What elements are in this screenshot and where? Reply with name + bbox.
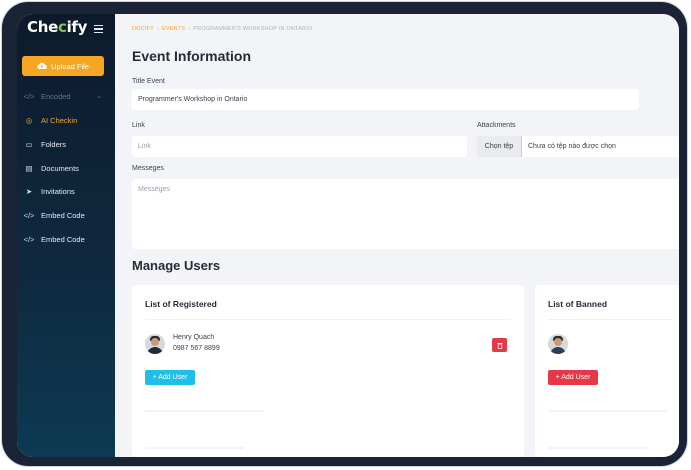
sidebar-item-label: Encoded <box>41 91 71 101</box>
messages-label: Messeges <box>132 165 164 172</box>
sidebar-item-ai-checkin[interactable]: ◎ AI Checkin <box>22 113 108 127</box>
sidebar-item-label: Embed Code <box>41 234 85 244</box>
user-phone: 0987 567 8899 <box>173 345 220 352</box>
file-status-text: Chưa có tệp nào được chọn <box>528 143 616 150</box>
avatar <box>548 334 568 354</box>
breadcrumb-events[interactable]: EVENTS <box>162 26 185 32</box>
card-divider <box>145 319 511 320</box>
code-icon: </> <box>23 234 35 244</box>
app-logo[interactable]: Checify <box>27 18 87 36</box>
manage-users-title: Manage Users <box>132 258 221 273</box>
sidebar-item-label: AI Checkin <box>41 115 78 125</box>
upload-file-button[interactable]: Upload File <box>22 56 104 76</box>
code-icon: </> <box>23 91 35 101</box>
skeleton-line <box>145 447 245 449</box>
main-content: DOCIFY › EVENTS › PROGRAMMER'S WORKSHOP IN O… <box>115 14 679 457</box>
attachments-label: Attackments <box>477 122 516 129</box>
logo-text-prefix: Che <box>27 18 58 36</box>
trash-icon <box>497 342 502 349</box>
send-icon: ➤ <box>25 186 33 196</box>
add-banned-user-button[interactable]: + Add User <box>548 370 598 385</box>
attachments-file-input[interactable]: Chọn tệp Chưa có tệp nào được chọn <box>477 136 679 157</box>
device-frame: Checify Upload File </> Encoded ⌄ ◎ AI C… <box>2 2 687 466</box>
choose-file-button[interactable]: Chọn tệp <box>477 136 522 157</box>
registered-card-title: List of Registered <box>145 299 217 309</box>
logo-text-check: c <box>57 18 67 36</box>
cloud-upload-icon <box>37 62 47 70</box>
skeleton-line <box>548 447 648 449</box>
link-label: Link <box>132 122 145 129</box>
registered-users-card: List of Registered Henry Quach 0987 567 … <box>132 285 524 457</box>
sidebar: Checify Upload File </> Encoded ⌄ ◎ AI C… <box>17 14 115 457</box>
sidebar-item-encoded[interactable]: </> Encoded ⌄ <box>22 89 108 103</box>
user-name: Henry Quach <box>173 334 215 341</box>
avatar <box>145 334 165 354</box>
code-icon: </> <box>23 210 35 220</box>
card-divider <box>548 319 672 320</box>
breadcrumb: DOCIFY › EVENTS › PROGRAMMER'S WORKSHOP IN O… <box>132 26 313 32</box>
sidebar-item-label: Embed Code <box>41 210 85 220</box>
chevron-down-icon: ⌄ <box>96 93 102 100</box>
delete-user-button[interactable] <box>492 338 507 352</box>
app-screen: Checify Upload File </> Encoded ⌄ ◎ AI C… <box>17 14 679 457</box>
title-event-input[interactable]: Programmer's Workshop in Ontario <box>132 89 639 110</box>
banned-users-card: List of Banned + Add User <box>535 285 679 457</box>
sidebar-item-folders[interactable]: ▭ Folders <box>22 137 108 151</box>
camera-icon: ◎ <box>25 115 33 125</box>
page-title: Event Information <box>132 48 252 64</box>
sidebar-item-label: Documents <box>41 163 79 173</box>
sidebar-item-label: Folders <box>41 139 67 149</box>
folder-icon: ▭ <box>25 139 33 149</box>
sidebar-item-embed-code-2[interactable]: </> Embed Code <box>22 232 108 246</box>
logo-text-suffix: ify <box>66 18 88 36</box>
upload-file-label: Upload File <box>51 61 89 71</box>
sidebar-item-label: Invitations <box>41 186 75 196</box>
skeleton-line <box>145 410 265 412</box>
document-icon: ▤ <box>25 163 33 173</box>
sidebar-item-documents[interactable]: ▤ Documents <box>22 161 108 175</box>
breadcrumb-docify[interactable]: DOCIFY <box>132 26 154 32</box>
add-registered-user-button[interactable]: + Add User <box>145 370 195 385</box>
skeleton-line <box>548 410 668 412</box>
sidebar-item-embed-code[interactable]: </> Embed Code <box>22 208 108 222</box>
title-event-label: Title Event <box>132 78 165 85</box>
breadcrumb-current: PROGRAMMER'S WORKSHOP IN ONTARIO <box>193 26 313 32</box>
sidebar-item-invitations[interactable]: ➤ Invitations <box>22 184 108 198</box>
messages-textarea[interactable]: Messeges <box>132 179 679 249</box>
banned-card-title: List of Banned <box>548 299 608 309</box>
hamburger-menu-icon[interactable] <box>94 25 103 34</box>
link-input[interactable]: Link <box>132 136 467 157</box>
